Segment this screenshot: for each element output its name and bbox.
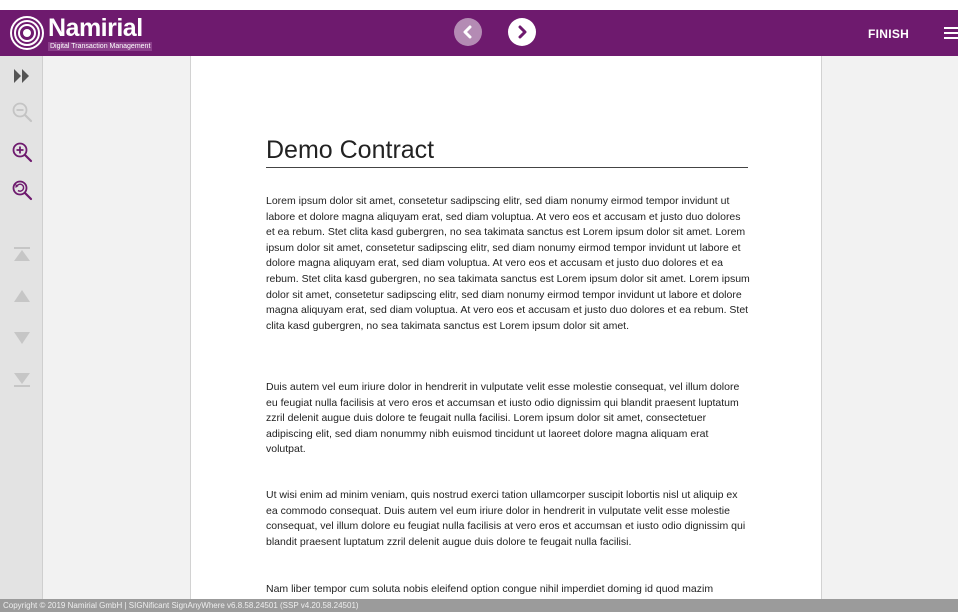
top-bar: Namirial Digital Transaction Management … (0, 10, 958, 56)
namirial-logo-icon (10, 16, 44, 50)
last-page-button[interactable] (10, 368, 34, 392)
first-page-button[interactable] (10, 242, 34, 266)
footer-copyright: Copyright © 2019 Namirial GmbH | SIGNifi… (0, 599, 958, 612)
zoom-reset-icon (12, 180, 33, 201)
first-page-icon (14, 247, 30, 261)
hamburger-menu-icon[interactable] (944, 27, 958, 39)
next-page-button[interactable] (10, 326, 34, 350)
brand-name: Namirial (48, 13, 143, 42)
finish-button[interactable]: FINISH (868, 27, 909, 41)
zoom-in-button[interactable] (10, 140, 34, 164)
chevron-left-icon (463, 25, 472, 39)
brand-tagline: Digital Transaction Management (48, 41, 153, 51)
zoom-out-icon (12, 102, 33, 123)
left-toolbar (0, 56, 43, 599)
next-page-icon (14, 332, 30, 344)
zoom-out-button[interactable] (10, 100, 34, 124)
document-paragraph: Lorem ipsum dolor sit amet, consetetur s… (266, 195, 750, 332)
previous-button[interactable] (454, 18, 482, 46)
zoom-reset-button[interactable] (10, 178, 34, 202)
document-paragraph: Duis autem vel eum iriure dolor in hendr… (266, 381, 740, 456)
double-chevron-right-icon (14, 69, 29, 83)
last-page-icon (14, 373, 30, 387)
previous-page-button[interactable] (10, 284, 34, 308)
zoom-in-icon (12, 142, 33, 163)
document-paragraph: Nam liber tempor cum soluta nobis eleife… (266, 583, 714, 595)
document-paragraph: Ut wisi enim ad minim veniam, quis nostr… (266, 489, 746, 548)
chevron-right-icon (518, 25, 527, 39)
document-page: Demo Contract Lorem ipsum dolor sit amet… (190, 56, 822, 599)
next-button[interactable] (508, 18, 536, 46)
previous-page-icon (14, 290, 30, 302)
namirial-logo: Namirial Digital Transaction Management (10, 13, 153, 51)
document-title: Demo Contract (266, 136, 748, 168)
expand-sidebar-button[interactable] (10, 64, 34, 88)
